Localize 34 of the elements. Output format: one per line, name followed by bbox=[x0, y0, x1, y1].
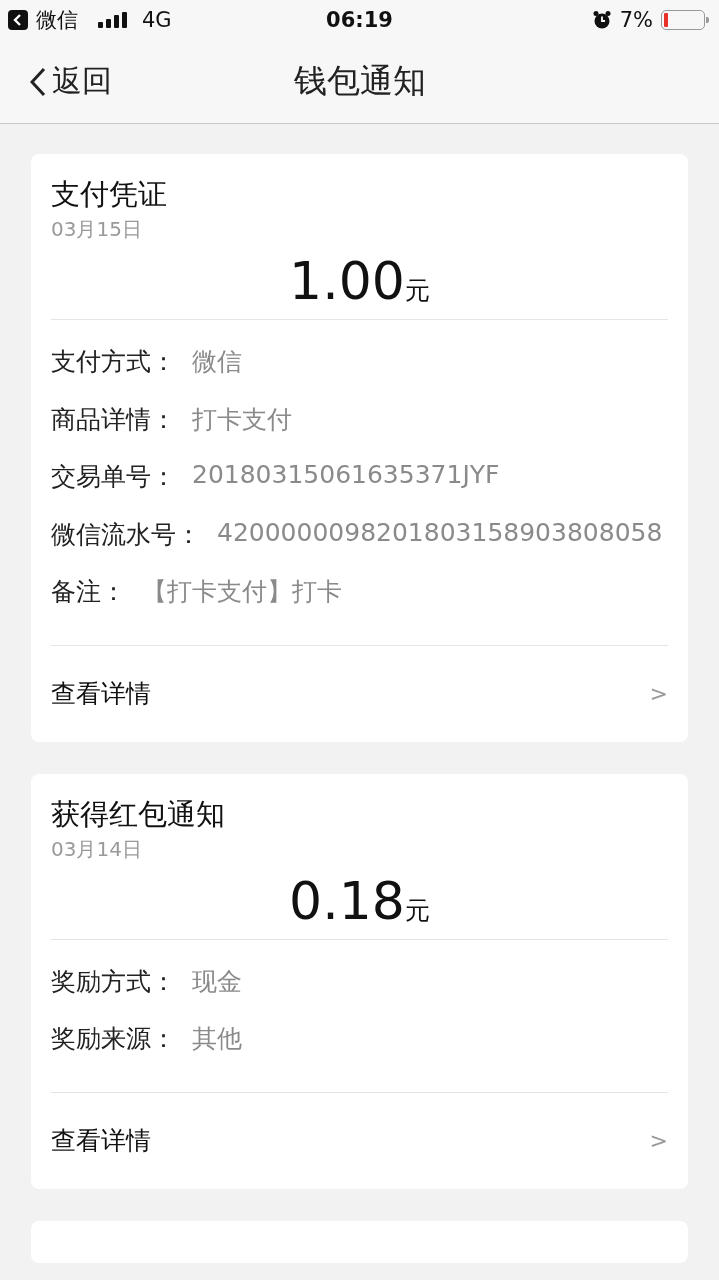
card-title: 获得红包通知 bbox=[51, 795, 226, 832]
field-label: 奖励来源： bbox=[51, 1023, 176, 1055]
view-details-link[interactable]: 查看详情 bbox=[51, 677, 151, 710]
card-date: 03月15日 bbox=[51, 216, 143, 243]
field-value: 其他 bbox=[192, 1023, 242, 1055]
field-label: 交易单号： bbox=[51, 461, 176, 493]
battery-percent: 7% bbox=[619, 8, 653, 32]
field-value: 【打卡支付】打卡 bbox=[142, 576, 342, 608]
field-label: 奖励方式： bbox=[51, 965, 176, 998]
back-app-label[interactable]: 微信 bbox=[36, 6, 78, 34]
back-button[interactable]: 返回 bbox=[0, 61, 112, 102]
field-value: 4200000098201803158903808058 bbox=[217, 517, 663, 547]
field-label: 商品详情： bbox=[51, 403, 176, 436]
alarm-icon bbox=[591, 10, 612, 30]
currency-unit: 元 bbox=[404, 895, 430, 925]
card-title: 支付凭证 bbox=[51, 176, 168, 212]
currency-unit: 元 bbox=[404, 276, 430, 305]
amount: 1.00 bbox=[289, 251, 405, 311]
signal-icon bbox=[98, 12, 130, 28]
chevron-left-icon bbox=[30, 66, 46, 97]
back-icon[interactable] bbox=[8, 10, 28, 30]
field-value: 20180315061635371JYF bbox=[192, 460, 500, 489]
field-label: 支付方式： bbox=[51, 346, 176, 378]
field-value: 现金 bbox=[192, 965, 242, 998]
card-date: 03月14日 bbox=[51, 835, 143, 863]
field-value: 微信 bbox=[192, 346, 242, 378]
field-label: 微信流水号： bbox=[51, 518, 201, 551]
field-label: 备注： bbox=[51, 576, 126, 608]
page-title: 钱包通知 bbox=[293, 60, 426, 102]
amount: 0.18 bbox=[289, 870, 405, 931]
status-time: 06:19 bbox=[326, 8, 393, 32]
network-label: 4G bbox=[142, 8, 172, 32]
view-details-link[interactable]: 查看详情 bbox=[51, 1124, 151, 1157]
field-value: 打卡支付 bbox=[192, 403, 292, 436]
